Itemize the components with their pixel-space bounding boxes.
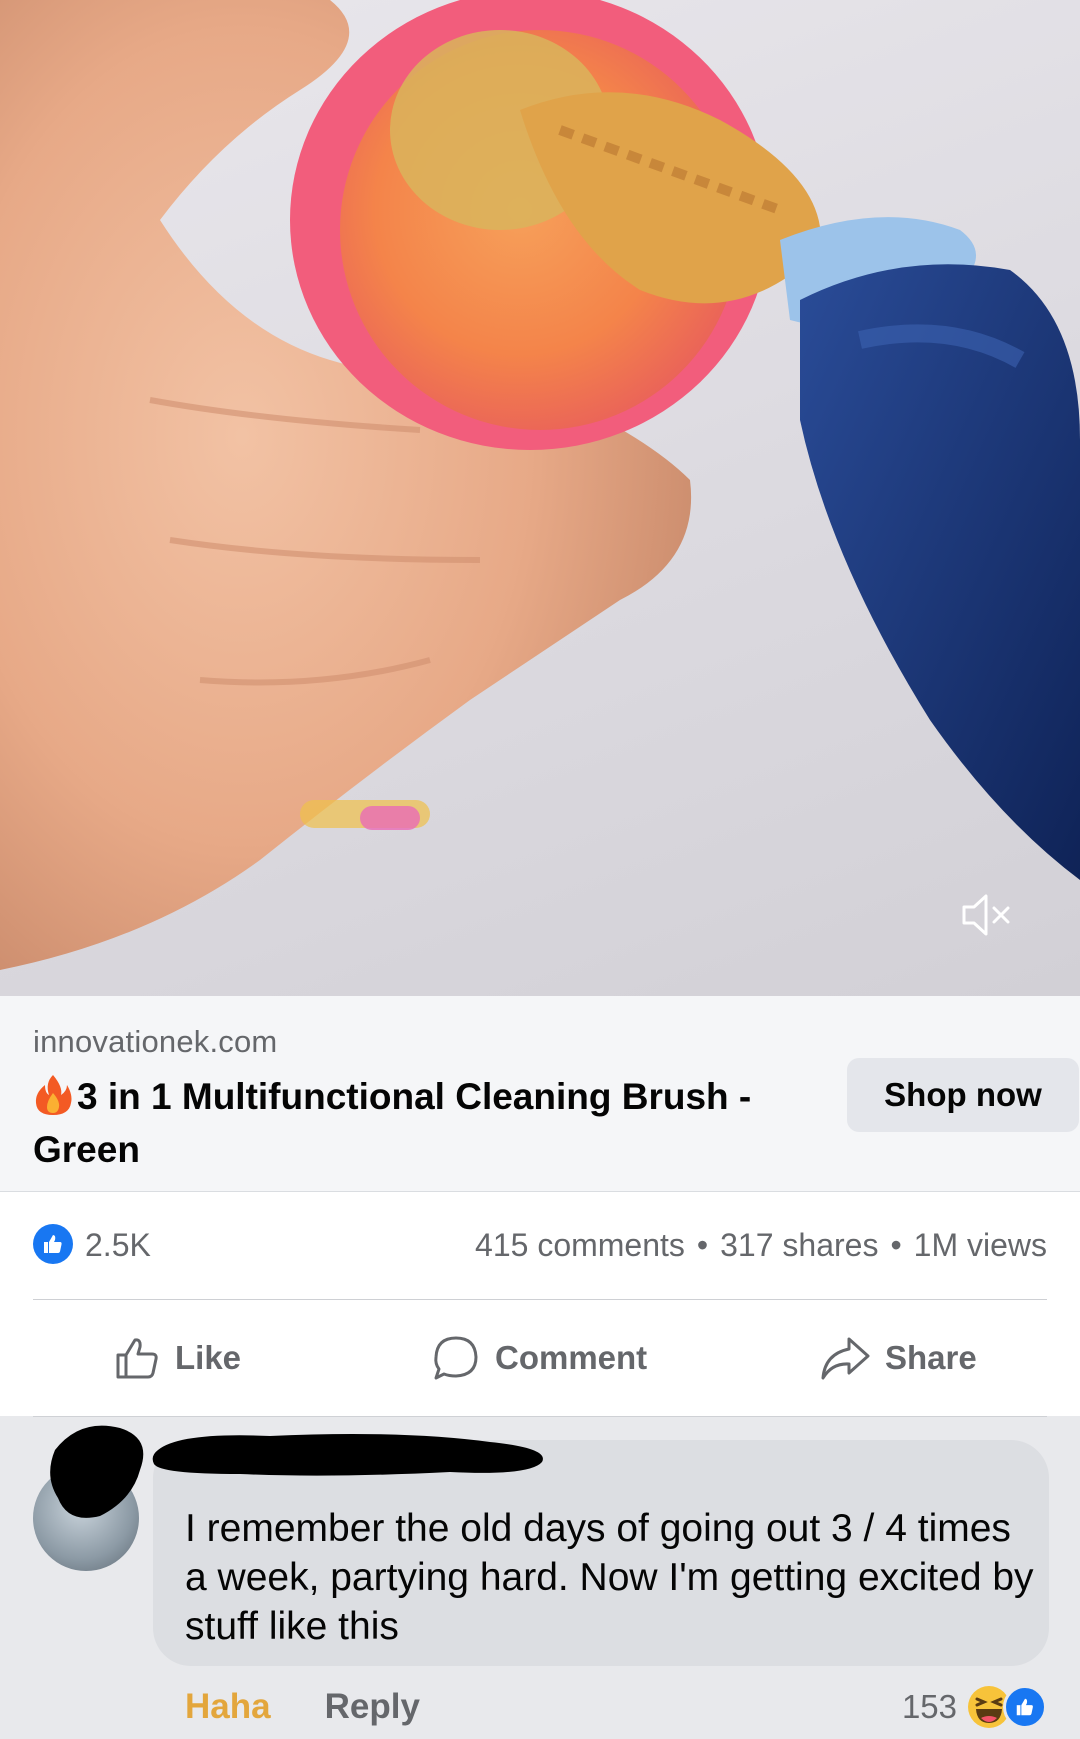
stats-summary: 415 comments • 317 shares • 1M views [475,1227,1047,1264]
link-title[interactable]: 3 in 1 Multifunctional Cleaning Brush - … [33,1070,793,1176]
video-player[interactable] [0,0,1080,996]
comment-text: I remember the old days of going out 3 /… [185,1507,1034,1648]
fire-emoji-icon [35,1075,72,1115]
link-domain: innovationek.com [33,1024,278,1059]
thumbs-up-icon [116,1338,158,1379]
video-frame [0,0,1080,970]
comment-button[interactable]: Comment [431,1300,647,1416]
comment-reactions[interactable]: 153 [902,1682,1047,1732]
shares-count[interactable]: 317 shares [720,1227,878,1263]
comment-bubble-icon [434,1336,478,1380]
mute-button[interactable] [960,890,1040,952]
like-reaction-icon [1003,1685,1047,1729]
share-button[interactable]: Share [819,1300,977,1416]
redaction-mark [50,1425,144,1518]
share-arrow-icon [821,1337,870,1380]
separator-dot: • [696,1227,709,1263]
author-name-redaction [152,1434,543,1476]
comment-label: Comment [495,1339,648,1376]
haha-reaction-button[interactable]: Haha [185,1687,271,1727]
comment-actions: Haha Reply [185,1685,420,1729]
comments-count[interactable]: 415 comments [475,1227,685,1263]
shop-now-button[interactable]: Shop now [847,1058,1079,1132]
engagement-stats: 2.5K 415 comments • 317 shares • 1M views [33,1222,1047,1266]
separator-dot: • [890,1227,902,1263]
like-button[interactable]: Like [113,1300,241,1416]
divider [33,1416,1047,1417]
views-count: 1M views [913,1227,1047,1263]
share-label: Share [885,1339,977,1376]
like-label: Like [175,1339,242,1376]
post-actions: Like Comment Share [33,1300,1047,1416]
link-title-text: 3 in 1 Multifunctional Cleaning Brush - … [33,1076,752,1170]
comment-reaction-count: 153 [901,1688,957,1725]
like-reaction-icon[interactable] [33,1224,73,1264]
speaker-muted-icon [962,894,1010,936]
reply-button[interactable]: Reply [325,1687,420,1727]
reaction-count[interactable]: 2.5K [85,1227,151,1264]
